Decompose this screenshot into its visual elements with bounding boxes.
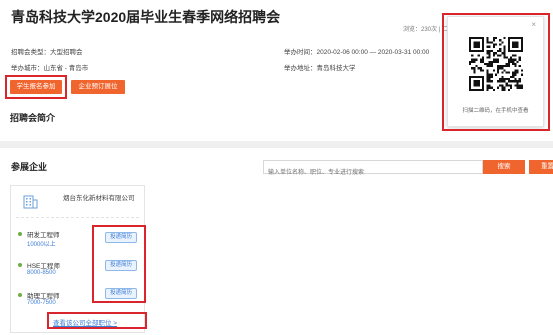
qr-code-image [469,37,523,91]
intro-section-title: 招聘会简介 [10,113,56,123]
job-salary: 7000-7500 [27,300,56,306]
bullet-icon [18,293,22,297]
student-signup-button[interactable]: 学生报名参加 [10,80,62,94]
apply-button[interactable]: 投递简历 [105,260,137,271]
fair-address: 举办地址：青岛科技大学 [284,65,356,72]
job-title[interactable]: 助理工程师 [27,290,60,300]
bullet-icon [18,263,22,267]
apply-button[interactable]: 投递简历 [105,288,137,299]
apply-button[interactable]: 投递简历 [105,232,137,243]
qr-code-popup: × 扫描二维码，在手机中查看 [447,16,544,127]
qr-caption: 扫描二维码，在手机中查看 [462,108,529,114]
fair-type: 招聘会类型：大型招聘会 [11,49,83,56]
company-card[interactable]: 烟台东化新材料有限公司 研发工程师 10000以上 投递简历 HSE工程师 80… [10,185,145,333]
search-button[interactable]: 搜索 [483,160,525,174]
job-title[interactable]: HSE工程师 [27,260,60,270]
job-title[interactable]: 研发工程师 [27,229,60,239]
companies-section-title: 参展企业 [11,162,48,172]
close-icon[interactable]: × [531,20,536,29]
search-box[interactable] [263,160,483,179]
building-icon [23,195,38,209]
job-salary: 8000-8500 [27,270,56,276]
fair-time: 举办时间：2020-02-06 00:00 — 2020-03-31 00:00 [284,49,430,56]
view-all-jobs-link[interactable]: 查看该公司全部职位 > [53,317,117,327]
bullet-icon [18,232,22,236]
companies-card: 参展企业 搜索 重置 烟台东化新材料有限公司 研发工程师 10000以上 投递简… [0,148,553,335]
page-title: 青岛科技大学2020届毕业生春季网络招聘会 [11,9,281,25]
divider [16,217,139,218]
job-salary: 10000以上 [27,242,56,248]
search-input[interactable] [264,167,482,179]
company-name[interactable]: 烟台东化新材料有限公司 [63,192,135,202]
view-count: 浏览：230次 [403,27,438,33]
company-booking-button[interactable]: 企业预订展位 [71,80,125,94]
reset-button[interactable]: 重置 [529,160,553,174]
fair-city: 举办城市：山东省 - 青岛市 [11,65,89,72]
